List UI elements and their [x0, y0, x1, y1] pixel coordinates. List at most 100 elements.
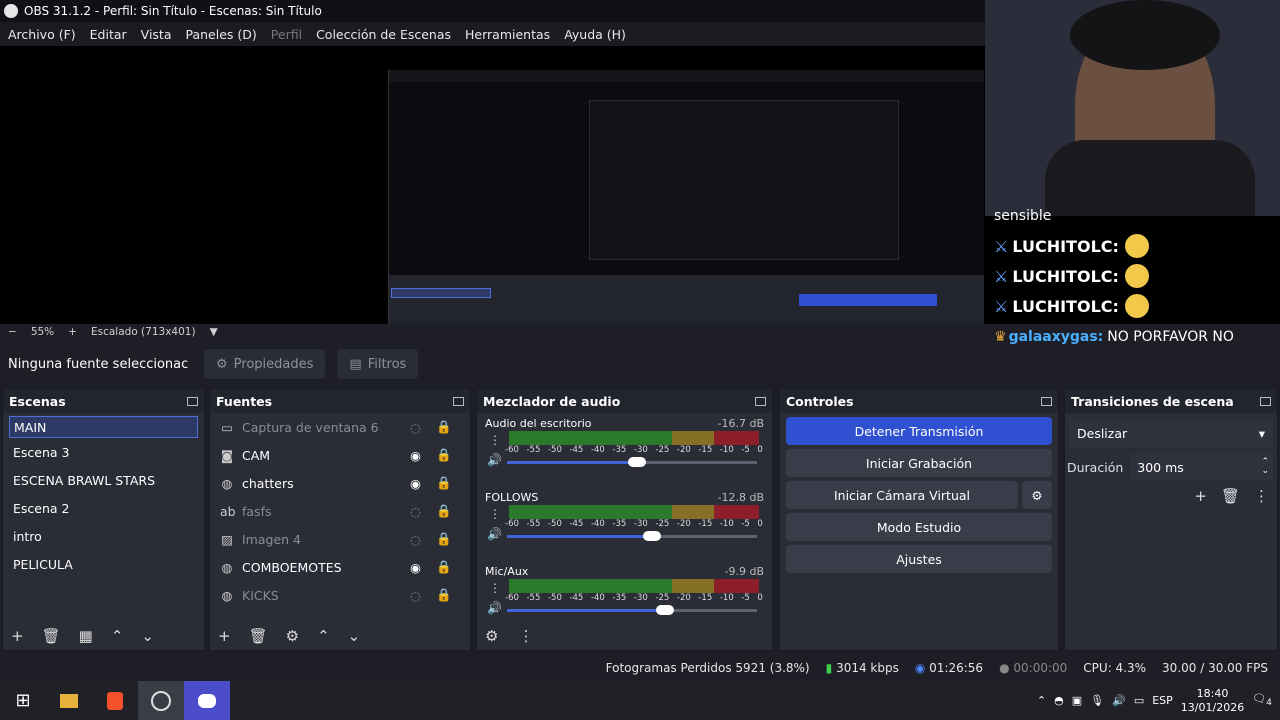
chevron-down-icon[interactable]: ▼	[210, 326, 218, 338]
scene-filter-icon[interactable]: ▦	[79, 627, 93, 645]
menu-ayuda[interactable]: Ayuda (H)	[564, 27, 626, 42]
lock-icon[interactable]: 🔒	[436, 475, 452, 491]
eye-icon[interactable]: ◉	[410, 448, 421, 463]
sources-title: Fuentes	[216, 393, 273, 409]
gear-icon[interactable]: ⚙	[286, 627, 299, 645]
lock-icon[interactable]: 🔒	[436, 503, 452, 519]
obs-taskbar-icon[interactable]	[138, 681, 184, 720]
stop-stream-button[interactable]: Detener Transmisión	[786, 417, 1052, 445]
source-item[interactable]: ▭ Captura de ventana 6 ◌ 🔒	[210, 413, 470, 441]
menu-dots-icon[interactable]: ⋮	[489, 581, 501, 595]
filters-button[interactable]: ▤ Filtros	[337, 349, 419, 379]
undock-icon[interactable]	[1260, 396, 1271, 406]
virtual-camera-settings-button[interactable]: ⚙	[1022, 481, 1052, 509]
lock-icon[interactable]: 🔒	[436, 419, 452, 435]
volume-knob[interactable]	[643, 531, 661, 541]
lock-icon[interactable]: 🔒	[436, 531, 452, 547]
undock-icon[interactable]	[453, 396, 464, 406]
menu-dots-icon[interactable]: ⋮	[489, 507, 501, 521]
eye-icon[interactable]: ◉	[410, 560, 421, 575]
undock-icon[interactable]	[755, 396, 766, 406]
source-item[interactable]: ◍ KICKS ◌ 🔒	[210, 581, 470, 609]
zoom-out-button[interactable]: −	[8, 326, 17, 338]
menu-dots-icon[interactable]: ⋮	[1254, 487, 1269, 505]
file-explorer-icon[interactable]	[46, 681, 92, 720]
speaker-icon[interactable]: 🔊	[487, 527, 502, 541]
trash-icon[interactable]: 🗑	[42, 627, 61, 645]
clock[interactable]: 18:40 13/01/2026	[1181, 687, 1244, 715]
chevron-up-icon[interactable]: ⌃	[1037, 694, 1046, 707]
add-source-icon[interactable]: +	[218, 627, 231, 645]
speaker-icon[interactable]: 🔊	[487, 453, 502, 467]
menu-herramientas[interactable]: Herramientas	[465, 27, 550, 42]
scene-item[interactable]: ESCENA BRAWL STARS	[3, 466, 204, 494]
tick-label: -50	[547, 445, 562, 455]
network-icon[interactable]: ▭	[1134, 694, 1144, 707]
menu-archivo[interactable]: Archivo (F)	[8, 27, 76, 42]
source-item[interactable]: ab fasfs ◌ 🔒	[210, 497, 470, 525]
studio-mode-button[interactable]: Modo Estudio	[786, 513, 1052, 541]
monitor-tray-icon[interactable]: ▣	[1072, 694, 1082, 707]
speaker-icon[interactable]: 🔊	[1112, 694, 1126, 707]
volume-slider[interactable]	[507, 605, 757, 615]
settings-button[interactable]: Ajustes	[786, 545, 1052, 573]
scene-item[interactable]: intro	[3, 522, 204, 550]
source-item[interactable]: ▨ Imagen 4 ◌ 🔒	[210, 525, 470, 553]
discord-icon[interactable]	[184, 681, 230, 720]
menu-vista[interactable]: Vista	[141, 27, 172, 42]
trash-icon[interactable]: 🗑	[1221, 487, 1240, 505]
menu-dots-icon[interactable]: ⋮	[518, 627, 533, 645]
volume-knob[interactable]	[628, 457, 646, 467]
volume-slider[interactable]	[507, 457, 757, 467]
scene-item[interactable]: MAIN	[9, 416, 198, 438]
move-down-icon[interactable]: ⌄	[348, 627, 361, 645]
eye-hidden-icon[interactable]: ◌	[410, 588, 421, 603]
add-scene-icon[interactable]: +	[11, 627, 24, 645]
language-indicator[interactable]: ESP	[1152, 694, 1173, 707]
volume-slider[interactable]	[507, 531, 757, 541]
menu-editar[interactable]: Editar	[90, 27, 127, 42]
scene-item[interactable]: Escena 3	[3, 438, 204, 466]
menu-dots-icon[interactable]: ⋮	[489, 433, 501, 447]
notification-icon[interactable]: 🗨4	[1252, 692, 1272, 708]
duration-spinbox[interactable]: 300 ms ⌃ ⌄	[1131, 453, 1273, 481]
menu-paneles[interactable]: Paneles (D)	[186, 27, 257, 42]
eye-icon[interactable]: ◉	[410, 476, 421, 491]
scene-item[interactable]: PELICULA	[3, 550, 204, 578]
lock-icon[interactable]: 🔒	[436, 559, 452, 575]
move-down-icon[interactable]: ⌄	[141, 627, 154, 645]
microphone-icon[interactable]: 🎙	[1090, 694, 1104, 707]
spinner-icon[interactable]: ⌃ ⌄	[1261, 458, 1269, 476]
system-tray: ⌃ ◓ ▣ 🎙 🔊 ▭ ESP 18:40 13/01/2026 🗨4	[1037, 681, 1280, 720]
add-transition-icon[interactable]: +	[1194, 487, 1207, 505]
undock-icon[interactable]	[187, 396, 198, 406]
trash-icon[interactable]: 🗑	[249, 627, 268, 645]
scene-item[interactable]: Escena 2	[3, 494, 204, 522]
eye-hidden-icon[interactable]: ◌	[410, 420, 421, 435]
start-recording-button[interactable]: Iniciar Grabación	[786, 449, 1052, 477]
menu-perfil[interactable]: Perfil	[271, 27, 302, 42]
properties-button[interactable]: ⚙ Propiedades	[204, 349, 326, 379]
lock-icon[interactable]: 🔒	[436, 587, 452, 603]
menu-coleccion-escenas[interactable]: Colección de Escenas	[316, 27, 451, 42]
zoom-in-button[interactable]: +	[68, 326, 77, 338]
virtual-camera-button[interactable]: Iniciar Cámara Virtual	[786, 481, 1018, 509]
volume-knob[interactable]	[655, 605, 674, 615]
brave-browser-icon[interactable]	[92, 681, 138, 720]
eye-hidden-icon[interactable]: ◌	[410, 532, 421, 547]
tick-label: -15	[698, 445, 713, 455]
undock-icon[interactable]	[1041, 396, 1052, 406]
lock-icon[interactable]: 🔒	[436, 447, 452, 463]
eye-hidden-icon[interactable]: ◌	[410, 504, 421, 519]
source-item[interactable]: ◍ COMBOEMOTES ◉ 🔒	[210, 553, 470, 581]
source-item[interactable]: ◙ CAM ◉ 🔒	[210, 441, 470, 469]
gear-icon[interactable]: ⚙	[485, 627, 498, 645]
move-up-icon[interactable]: ⌃	[317, 627, 330, 645]
record-time: 00:00:00	[1013, 661, 1068, 675]
source-item[interactable]: ◍ chatters ◉ 🔒	[210, 469, 470, 497]
windows-start-icon[interactable]: ⊞	[0, 681, 46, 720]
speaker-icon[interactable]: 🔊	[487, 601, 502, 615]
discord-tray-icon[interactable]: ◓	[1054, 694, 1064, 707]
transition-select[interactable]: Deslizar ▾	[1069, 419, 1273, 447]
move-up-icon[interactable]: ⌃	[111, 627, 124, 645]
